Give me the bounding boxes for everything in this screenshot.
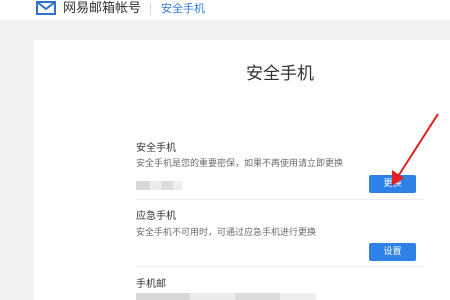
- masked-phone-number: [136, 181, 182, 190]
- top-bar: 网易邮箱帐号 安全手机: [0, 0, 450, 20]
- section-desc-security-phone: 安全手机是您的重要密保，如果不再使用请立即更换: [136, 159, 344, 169]
- section-desc-emergency-phone: 安全手机不可用时，可通过应急手机进行更换: [136, 228, 317, 238]
- section-title-mobile-mail: 手机邮: [136, 279, 166, 290]
- mail-envelope-icon: [36, 1, 56, 15]
- section-divider: [136, 199, 424, 200]
- set-button[interactable]: 设置: [369, 243, 416, 261]
- brand-title: 网易邮箱帐号: [63, 1, 142, 16]
- section-title-security-phone: 安全手机: [136, 143, 176, 154]
- section-title-emergency-phone: 应急手机: [136, 211, 176, 222]
- header-link-secure-phone[interactable]: 安全手机: [161, 0, 205, 18]
- change-button[interactable]: 更换: [369, 175, 416, 193]
- content-card: [34, 40, 450, 300]
- section-divider: [136, 266, 424, 267]
- truncated-description: [136, 293, 316, 300]
- page-title: 安全手机: [246, 64, 314, 84]
- header-divider: [150, 3, 151, 15]
